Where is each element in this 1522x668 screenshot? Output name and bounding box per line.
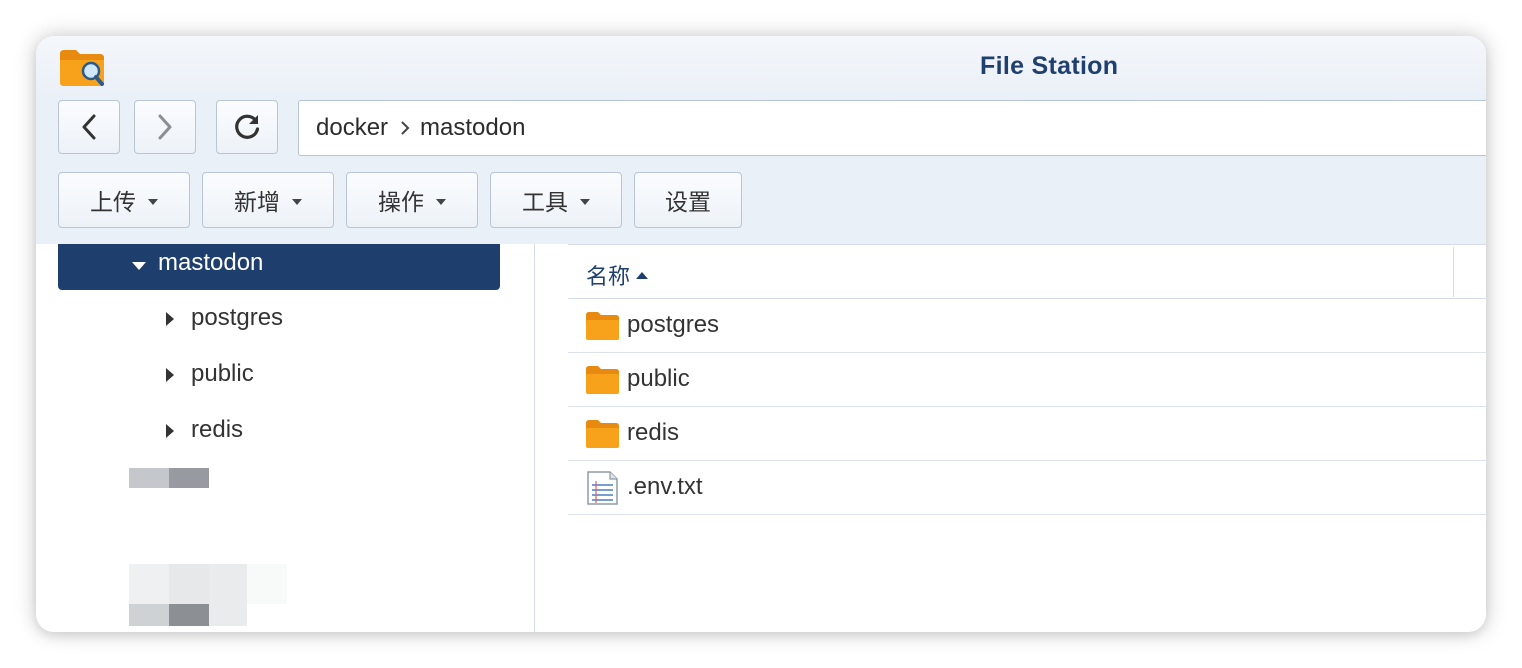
back-button[interactable] <box>58 100 120 154</box>
redacted-block <box>209 564 247 604</box>
column-header-name[interactable]: 名称 <box>586 259 649 291</box>
column-divider[interactable] <box>1453 247 1454 297</box>
upload-button[interactable]: 上传 <box>58 172 190 228</box>
file-name: redis <box>627 419 680 446</box>
redacted-block <box>169 604 209 626</box>
chevron-right-icon <box>158 114 172 140</box>
redacted-block <box>129 564 169 604</box>
folder-icon <box>586 312 619 340</box>
caret-down-icon <box>292 198 302 205</box>
folder-icon <box>586 420 619 448</box>
column-header-name-label: 名称 <box>586 264 631 289</box>
settings-button-label: 设置 <box>665 189 711 215</box>
file-station-window: File Station docker mastodon 上传 新增 操作 工具… <box>36 36 1486 632</box>
create-button-label: 新增 <box>234 189 280 215</box>
redacted-block <box>209 604 247 626</box>
tree-item-label: public <box>191 360 254 387</box>
list-item[interactable]: postgres <box>568 299 1486 353</box>
list-item[interactable]: public <box>568 353 1486 407</box>
collapsed-arrow-icon[interactable] <box>166 312 174 326</box>
redacted-block <box>169 564 209 604</box>
redacted-block <box>169 468 209 488</box>
breadcrumb-mastodon[interactable]: mastodon <box>420 114 525 142</box>
list-item[interactable]: .env.txt <box>568 461 1486 515</box>
text-file-icon <box>587 471 618 505</box>
upload-button-label: 上传 <box>90 189 136 215</box>
redacted-block <box>247 564 287 604</box>
refresh-button[interactable] <box>216 100 278 154</box>
file-list: 名称 postgres public redis .env.txt <box>536 244 1486 632</box>
tree-item-mastodon[interactable]: mastodon <box>58 244 500 290</box>
file-name: public <box>627 365 690 392</box>
action-button-label: 操作 <box>378 189 424 215</box>
expanded-arrow-icon[interactable] <box>132 262 146 270</box>
action-button[interactable]: 操作 <box>346 172 478 228</box>
file-name: .env.txt <box>627 473 703 500</box>
create-button[interactable]: 新增 <box>202 172 334 228</box>
breadcrumb-separator-icon <box>400 120 410 136</box>
folder-icon <box>586 366 619 394</box>
tools-button[interactable]: 工具 <box>490 172 622 228</box>
list-header: 名称 <box>568 244 1486 299</box>
caret-down-icon <box>580 198 590 205</box>
file-name: postgres <box>627 311 720 338</box>
redacted-block <box>129 604 169 626</box>
redacted-block <box>129 468 169 488</box>
folder-tree: mastodon postgres public redis <box>36 244 535 632</box>
tree-item-label: redis <box>191 416 244 443</box>
window-title: File Station <box>980 52 1119 80</box>
caret-down-icon <box>148 198 158 205</box>
path-bar[interactable]: docker mastodon <box>298 100 1486 156</box>
caret-down-icon <box>436 198 446 205</box>
settings-button[interactable]: 设置 <box>634 172 742 228</box>
list-item[interactable]: redis <box>568 407 1486 461</box>
collapsed-arrow-icon[interactable] <box>166 424 174 438</box>
tree-item-label: postgres <box>191 304 284 331</box>
collapsed-arrow-icon[interactable] <box>166 368 174 382</box>
breadcrumb-docker[interactable]: docker <box>316 114 388 142</box>
title-bar: File Station <box>36 36 1486 100</box>
sort-ascending-icon <box>636 271 649 279</box>
file-station-app-icon <box>60 50 104 86</box>
chevron-left-icon <box>82 114 96 140</box>
tree-item-label: mastodon <box>158 249 264 276</box>
tools-button-label: 工具 <box>522 189 568 215</box>
refresh-icon <box>235 114 260 139</box>
forward-button[interactable] <box>134 100 196 154</box>
